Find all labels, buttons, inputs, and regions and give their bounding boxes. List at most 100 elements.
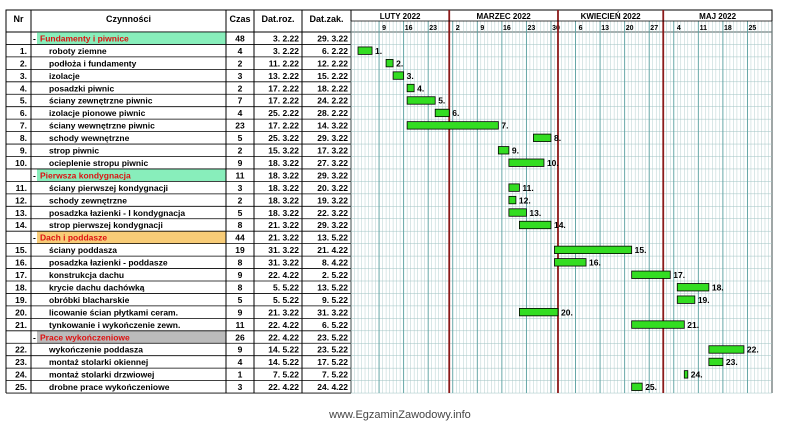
task-start-date: 21. 3.22	[268, 307, 299, 317]
gantt-bar-label: 25.	[645, 382, 657, 392]
task-duration: 2	[238, 83, 243, 93]
task-name: podłoża i fundamenty	[49, 58, 137, 68]
gantt-bar	[392, 71, 405, 80]
task-name: schody wewnętrzne	[49, 133, 130, 143]
task-end-date: 21. 4.22	[317, 245, 348, 255]
task-duration: 3	[238, 183, 243, 193]
task-name: ściany wewnętrzne piwnic	[49, 121, 155, 131]
task-end-date: 9. 5.22	[322, 295, 348, 305]
gantt-bar-label: 8.	[554, 133, 561, 143]
task-duration: 11	[236, 170, 245, 180]
task-name: wykończenie poddasza	[48, 345, 143, 355]
month-label: MAJ 2022	[699, 12, 736, 21]
watermark-text: www.EgzaminZawodowy.info	[329, 409, 471, 421]
task-duration: 4	[238, 108, 243, 118]
gantt-bar	[519, 307, 559, 317]
row-number: 4.	[20, 83, 27, 93]
row-number: -	[33, 33, 36, 43]
task-start-date: 17. 2.22	[268, 83, 299, 93]
row-number: 8.	[20, 133, 27, 143]
task-duration: 9	[238, 270, 243, 280]
group-name: Dach i poddasze	[40, 233, 107, 243]
task-end-date: 14. 3.22	[317, 121, 348, 131]
gantt-bar-label: 22.	[747, 345, 759, 355]
gantt-bar	[676, 283, 710, 292]
task-end-date: 24. 4.22	[317, 382, 348, 392]
gantt-bar	[631, 382, 643, 391]
task-name: izolacje	[49, 71, 80, 81]
row-number: -	[33, 170, 36, 180]
task-start-date: 18. 3.22	[268, 195, 299, 205]
task-name: obróbki blacharskie	[49, 295, 130, 305]
task-start-date: 22. 4.22	[268, 382, 299, 392]
gantt-bar-label: 7.	[501, 121, 508, 131]
task-start-date: 18. 3.22	[268, 183, 299, 193]
gantt-bar-label: 21.	[687, 320, 699, 330]
task-name: konstrukcja dachu	[49, 270, 124, 280]
task-end-date: 23. 5.22	[317, 345, 348, 355]
task-start-date: 18. 3.22	[268, 170, 299, 180]
task-duration: 9	[238, 345, 243, 355]
task-start-date: 17. 2.22	[268, 121, 299, 131]
task-start-date: 7. 5.22	[273, 370, 299, 380]
task-end-date: 17. 3.22	[317, 146, 348, 156]
gantt-bar	[708, 357, 724, 367]
gantt-bar-label: 1.	[375, 46, 382, 56]
task-end-date: 28. 2.22	[317, 108, 348, 118]
gantt-bar-label: 13.	[529, 208, 541, 218]
task-start-date: 14. 5.22	[268, 345, 299, 355]
gantt-bar-label: 10.	[547, 158, 559, 168]
month-label: LUTY 2022	[380, 12, 421, 21]
row-number: 24.	[15, 370, 27, 380]
column-header-duration: Czas	[229, 14, 250, 24]
task-name: posadzka łazienki - I kondygnacja	[49, 208, 185, 218]
gantt-bar	[508, 208, 527, 217]
task-name: strop pierwszej kondygnacji	[49, 220, 163, 230]
task-end-date: 7. 5.22	[322, 370, 348, 380]
task-name: posadzki piwnic	[49, 83, 114, 93]
row-number: 5.	[20, 96, 27, 106]
gantt-bar-label: 9.	[512, 146, 519, 156]
task-duration: 44	[235, 233, 245, 243]
task-duration: 5	[238, 208, 243, 218]
task-start-date: 18. 3.22	[268, 158, 299, 168]
task-start-date: 13. 2.22	[268, 71, 299, 81]
task-name: licowanie ścian płytkami ceram.	[49, 307, 178, 317]
task-end-date: 12. 2.22	[317, 58, 348, 68]
week-tick-label: 25	[749, 25, 757, 32]
week-tick-label: 4	[677, 25, 681, 32]
week-tick-label: 16	[405, 25, 413, 32]
gantt-bar-label: 19.	[698, 295, 710, 305]
gantt-bar-label: 20.	[561, 307, 573, 317]
row-number: 6.	[20, 108, 27, 118]
column-header-start: Dat.roz.	[261, 14, 294, 24]
task-end-date: 6. 5.22	[322, 320, 348, 330]
gantt-bar	[631, 270, 671, 279]
task-start-date: 31. 3.22	[268, 258, 299, 268]
task-end-date: 27. 3.22	[317, 158, 348, 168]
row-number: 13.	[15, 208, 27, 218]
gantt-bar-label: 12.	[519, 195, 531, 205]
task-duration: 8	[238, 258, 243, 268]
task-duration: 5	[238, 295, 243, 305]
week-tick-label: 27	[650, 25, 658, 32]
row-number: 22.	[15, 345, 27, 355]
gantt-bar	[683, 370, 689, 379]
task-start-date: 25. 2.22	[268, 108, 299, 118]
gantt-bar	[357, 46, 373, 55]
gantt-bar-label: 24.	[691, 370, 703, 380]
gantt-bar	[519, 220, 552, 230]
gantt-bar	[554, 245, 633, 254]
task-start-date: 22. 4.22	[268, 320, 299, 330]
task-name: montaż stolarki okiennej	[49, 357, 148, 367]
column-header-nr: Nr	[13, 14, 23, 24]
task-duration: 1	[238, 370, 243, 380]
task-name: ściany zewnętrzne piwnic	[49, 96, 153, 106]
task-start-date: 25. 3.22	[268, 133, 299, 143]
task-end-date: 13. 5.22	[317, 233, 348, 243]
gantt-bar-label: 23.	[726, 357, 738, 367]
week-tick-label: 2	[456, 25, 460, 32]
task-end-date: 29. 3.22	[317, 220, 348, 230]
task-start-date: 15. 3.22	[268, 146, 299, 156]
row-number: 16.	[15, 258, 27, 268]
